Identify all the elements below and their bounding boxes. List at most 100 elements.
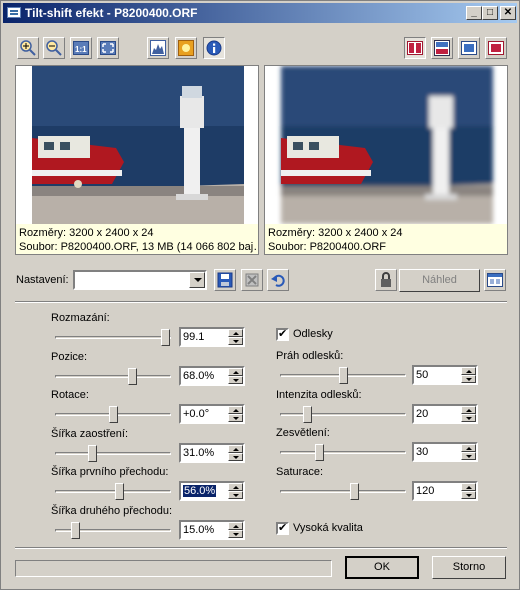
spinbox-value[interactable]: 56.0%: [183, 485, 217, 497]
right_params-slider[interactable]: [280, 482, 406, 502]
slider-thumb[interactable]: [88, 444, 97, 462]
left_params-spinbox[interactable]: 99.1: [179, 327, 245, 347]
slider-thumb[interactable]: [339, 367, 348, 384]
left_params-spinbox[interactable]: 56.0%: [179, 481, 245, 501]
slider-track[interactable]: [280, 451, 406, 454]
dropdown-arrow-icon[interactable]: [189, 272, 205, 288]
spin-down-icon[interactable]: [461, 490, 476, 499]
right_params-spinbox[interactable]: 20: [412, 403, 478, 424]
spinbox-value[interactable]: 15.0%: [183, 524, 214, 536]
slider-track[interactable]: [55, 490, 171, 493]
spin-up-icon[interactable]: [228, 521, 243, 530]
zoom-out-button[interactable]: [43, 37, 65, 59]
spinbox-value[interactable]: 30: [416, 446, 428, 458]
spin-down-icon[interactable]: [228, 337, 243, 345]
delete-preset-button[interactable]: [241, 269, 263, 291]
info-button[interactable]: [203, 37, 225, 59]
split-vertical-button[interactable]: [404, 37, 426, 59]
slider-thumb[interactable]: [128, 367, 137, 385]
spin-down-icon[interactable]: [461, 375, 476, 383]
right_params-spinbox[interactable]: 120: [412, 480, 478, 501]
right_params-slider[interactable]: [280, 443, 406, 463]
save-preset-button[interactable]: [214, 269, 236, 291]
left_params-slider[interactable]: [55, 405, 171, 425]
left_params-slider[interactable]: [55, 521, 171, 541]
spin-up-icon[interactable]: [228, 406, 243, 414]
actual-size-button[interactable]: 1:1: [70, 37, 92, 59]
slider-thumb[interactable]: [161, 329, 170, 346]
minimize-button[interactable]: _: [466, 6, 482, 20]
slider-thumb[interactable]: [71, 521, 80, 539]
left_params-slider[interactable]: [55, 444, 171, 464]
slider-track[interactable]: [55, 374, 171, 378]
cancel-button[interactable]: Storno: [432, 556, 506, 579]
spinbox-value[interactable]: 50: [416, 369, 428, 381]
histogram-button[interactable]: [147, 37, 169, 59]
spin-up-icon[interactable]: [461, 367, 476, 375]
spin-down-icon[interactable]: [228, 452, 243, 461]
right_params-slider[interactable]: [280, 366, 406, 386]
spin-down-icon[interactable]: [228, 375, 243, 384]
left_params-slider[interactable]: [55, 482, 171, 502]
save-icon: [217, 272, 233, 288]
spin-down-icon[interactable]: [228, 529, 243, 538]
spinbox-value[interactable]: 31.0%: [183, 447, 214, 459]
spin-up-icon[interactable]: [228, 329, 243, 337]
zoom-in-button[interactable]: [17, 37, 39, 59]
lock-preview-button[interactable]: [375, 269, 397, 291]
preview-after[interactable]: Rozměry: 3200 x 2400 x 24 Soubor: P82004…: [264, 65, 508, 255]
right_params-spinbox[interactable]: 30: [412, 442, 478, 462]
preview-button[interactable]: Náhled: [399, 269, 480, 292]
left_params-slider[interactable]: [55, 328, 171, 348]
slider-track[interactable]: [55, 336, 171, 339]
left_params-spinbox[interactable]: 31.0%: [179, 442, 245, 463]
right_params-slider[interactable]: [280, 405, 406, 425]
slider-thumb[interactable]: [350, 482, 359, 500]
spin-down-icon[interactable]: [228, 414, 243, 422]
spin-up-icon[interactable]: [461, 444, 476, 452]
highlight-button[interactable]: [175, 37, 197, 59]
title-bar[interactable]: Tilt-shift efekt - P8200400.ORF _ □ ✕: [3, 3, 517, 23]
spin-down-icon[interactable]: [228, 491, 243, 499]
spinbox-value[interactable]: 120: [416, 485, 434, 497]
slider-thumb[interactable]: [303, 405, 312, 423]
spinbox-value[interactable]: 68.0%: [183, 370, 214, 382]
reset-button[interactable]: [267, 269, 289, 291]
slider-track[interactable]: [55, 451, 171, 455]
slider-track[interactable]: [280, 489, 406, 493]
split-horizontal-button[interactable]: [431, 37, 453, 59]
slider-thumb[interactable]: [315, 444, 324, 461]
spin-up-icon[interactable]: [461, 482, 476, 491]
preview-after-image[interactable]: [265, 66, 507, 224]
spin-up-icon[interactable]: [228, 367, 243, 376]
spinbox-value[interactable]: 99.1: [183, 331, 204, 343]
high-quality-checkbox[interactable]: ✔: [276, 522, 289, 535]
reflections-checkbox[interactable]: ✔: [276, 328, 289, 341]
right_params-label: Práh odlesků:: [276, 350, 344, 362]
slider-thumb[interactable]: [109, 406, 118, 423]
left_params-spinbox[interactable]: 68.0%: [179, 365, 245, 386]
left_params-slider[interactable]: [55, 367, 171, 387]
preview-before[interactable]: Rozměry: 3200 x 2400 x 24 Soubor: P82004…: [15, 65, 259, 255]
left_params-spinbox[interactable]: +0.0°: [179, 404, 245, 424]
ok-button[interactable]: OK: [345, 556, 419, 579]
slider-thumb[interactable]: [115, 483, 124, 500]
left_params-spinbox[interactable]: 15.0%: [179, 519, 245, 540]
settings-dropdown[interactable]: [73, 270, 207, 290]
spin-down-icon[interactable]: [461, 452, 476, 460]
preview-window-button[interactable]: [484, 269, 506, 291]
spin-up-icon[interactable]: [228, 483, 243, 491]
spin-up-icon[interactable]: [461, 405, 476, 414]
single-after-button[interactable]: [485, 37, 507, 59]
spinbox-value[interactable]: +0.0°: [183, 408, 209, 420]
right_params-spinbox[interactable]: 50: [412, 365, 478, 385]
maximize-button[interactable]: □: [482, 6, 498, 20]
fit-button[interactable]: [97, 37, 119, 59]
spinbox-value[interactable]: 20: [416, 408, 428, 420]
spin-down-icon[interactable]: [461, 413, 476, 422]
single-before-button[interactable]: [458, 37, 480, 59]
preview-before-image[interactable]: [16, 66, 258, 224]
slider-track[interactable]: [280, 412, 406, 416]
close-button[interactable]: ✕: [500, 6, 516, 20]
spin-up-icon[interactable]: [228, 444, 243, 453]
